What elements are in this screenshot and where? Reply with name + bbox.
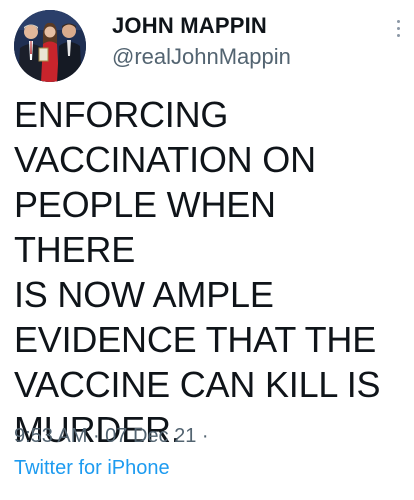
user-handle[interactable]: @realJohnMappin bbox=[112, 42, 291, 72]
tweet-source-link[interactable]: Twitter for iPhone bbox=[14, 455, 170, 481]
more-vertical-icon[interactable] bbox=[394, 20, 402, 42]
tweet-header: JOHN MAPPIN @realJohnMappin bbox=[14, 10, 404, 82]
tweet-date: 07 Dec 21 bbox=[105, 425, 197, 447]
tweet-timestamp[interactable]: 9:53 AM · 07 Dec 21 · bbox=[14, 423, 209, 449]
avatar-photo bbox=[14, 10, 86, 82]
separator-dot: · bbox=[87, 425, 106, 447]
tweet-time: 9:53 AM bbox=[14, 425, 88, 447]
display-name[interactable]: JOHN MAPPIN bbox=[112, 12, 291, 40]
tweet-card: JOHN MAPPIN @realJohnMappin ENFORCING VA… bbox=[0, 0, 414, 500]
separator-dot: · bbox=[196, 425, 209, 447]
tweet-text: ENFORCING VACCINATION ON PEOPLE WHEN THE… bbox=[14, 94, 381, 450]
avatar[interactable] bbox=[14, 10, 86, 82]
author-names: JOHN MAPPIN @realJohnMappin bbox=[112, 12, 291, 72]
